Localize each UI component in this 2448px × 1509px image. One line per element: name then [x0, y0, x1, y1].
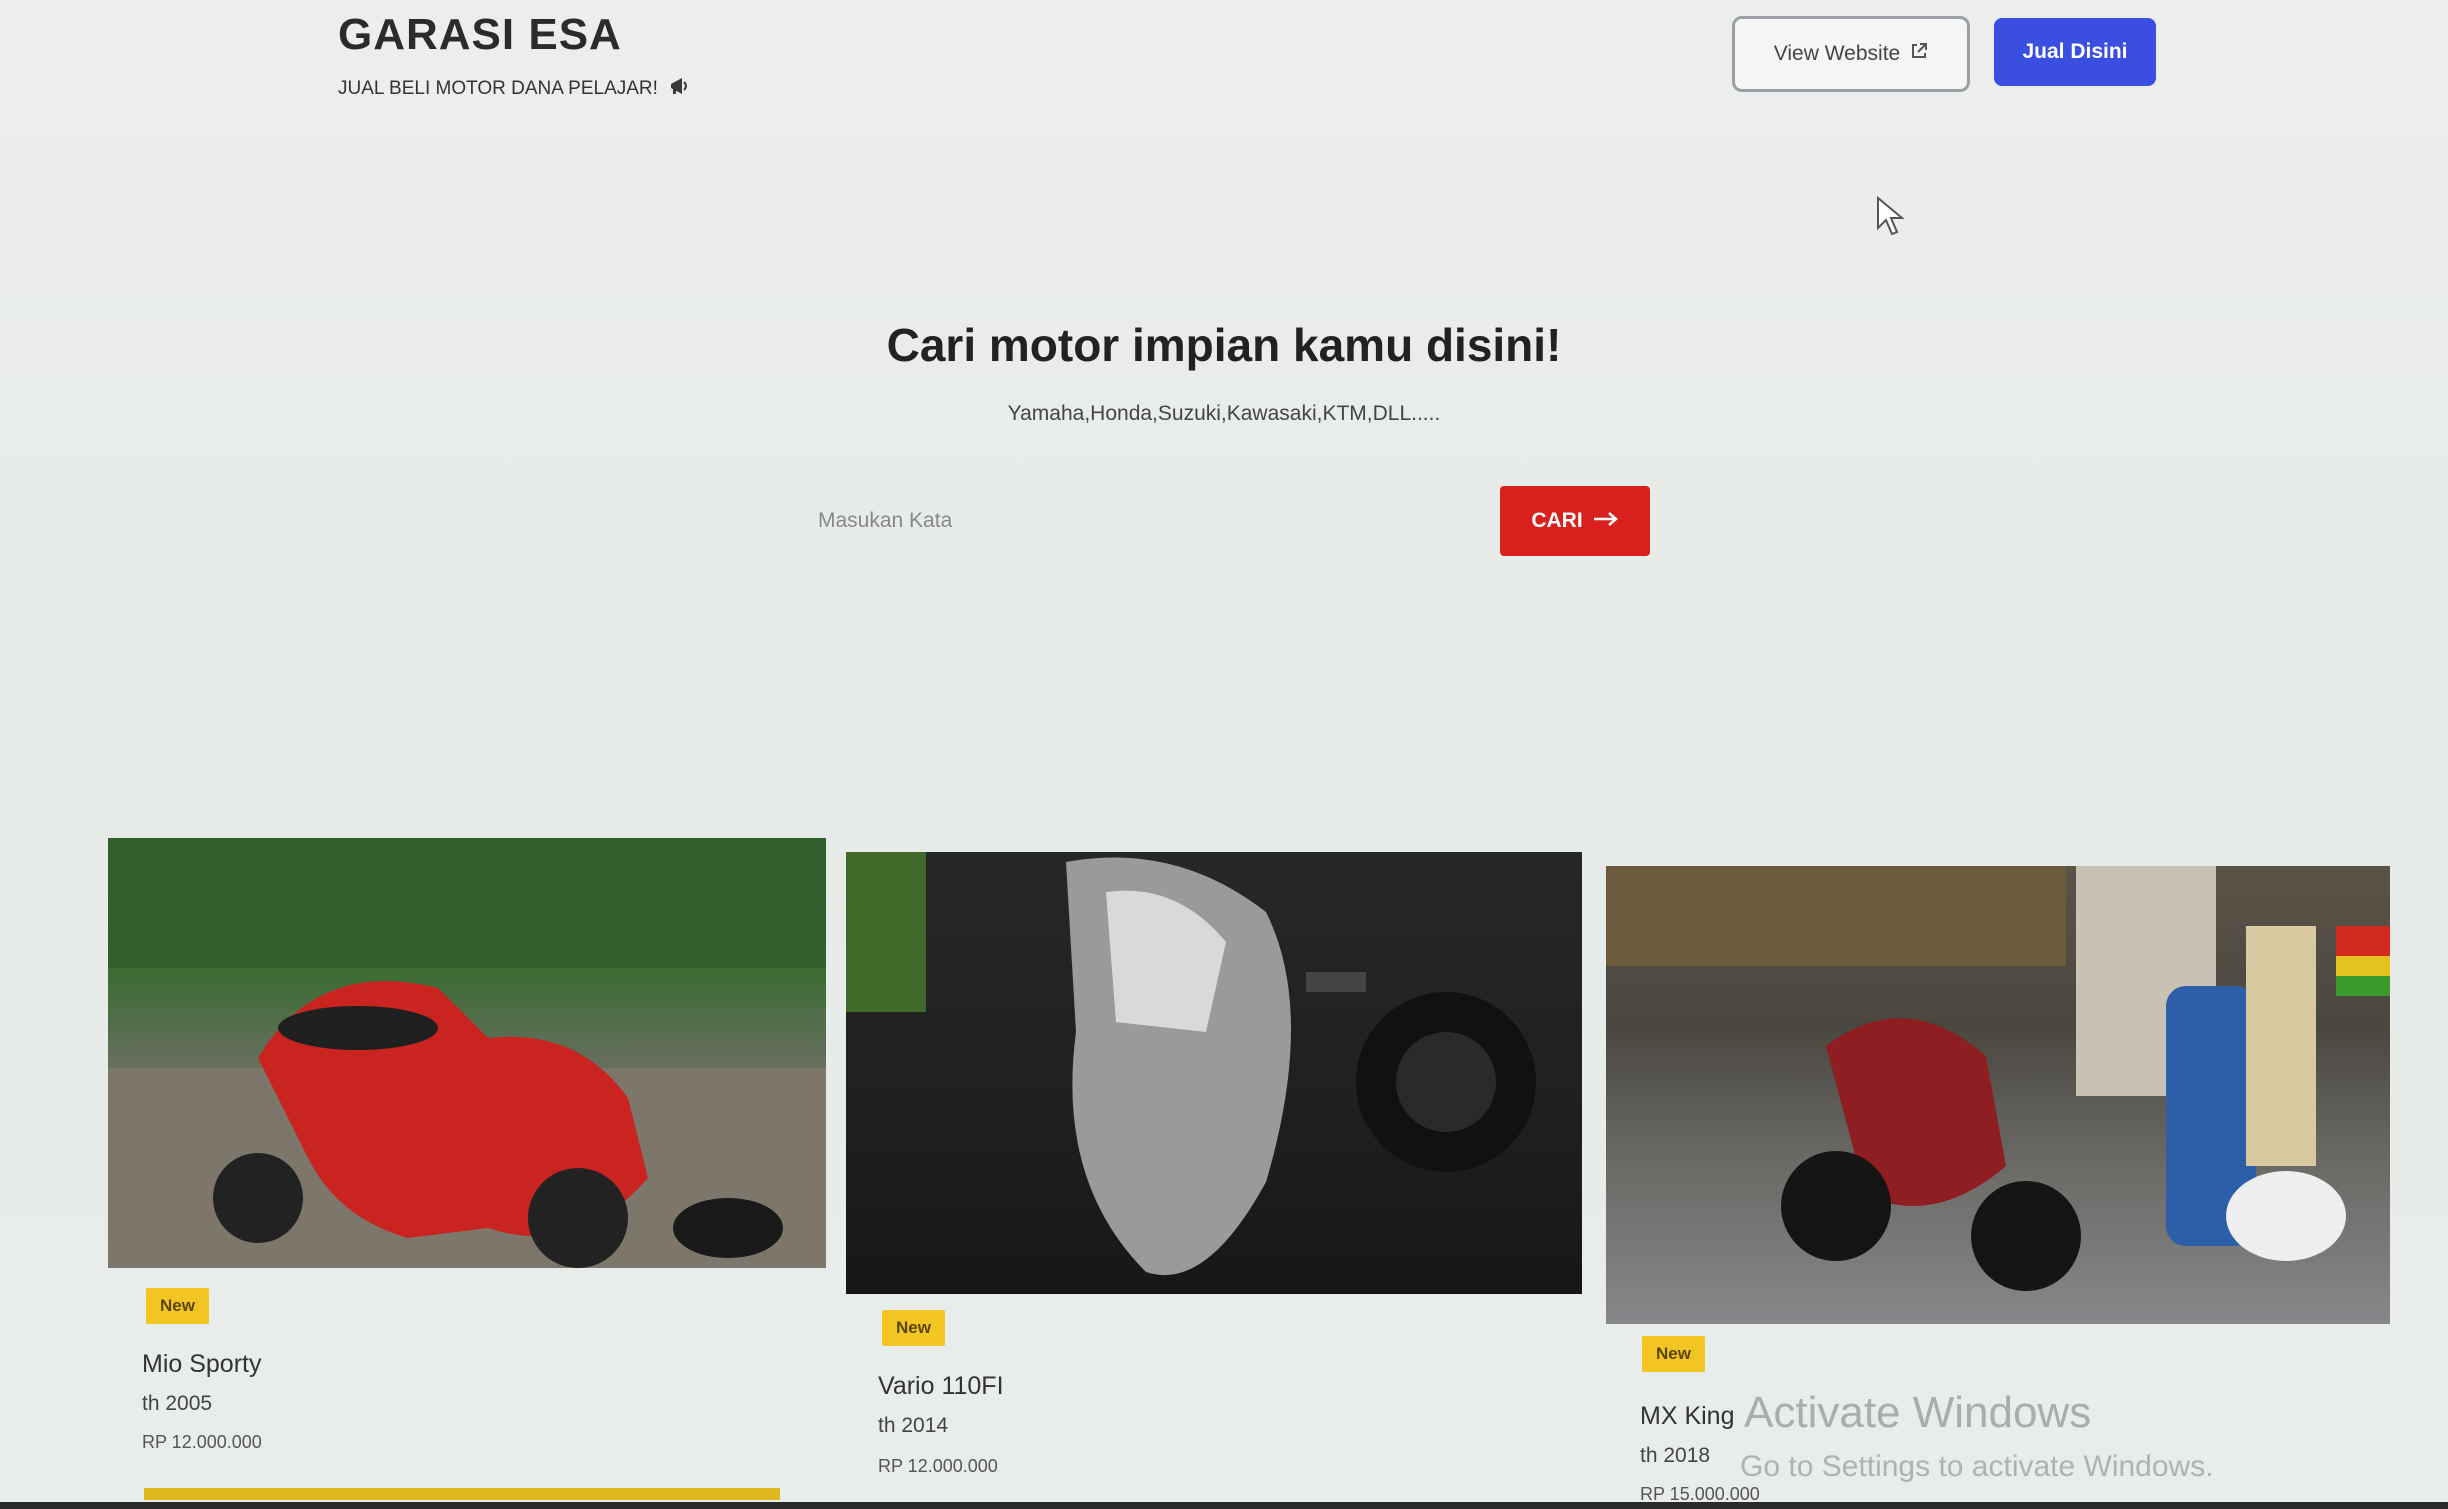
brand-tagline: JUAL BELI MOTOR DANA PELAJAR! [338, 74, 692, 104]
search-form: CARI [812, 486, 1652, 556]
new-badge: New [146, 1288, 209, 1324]
external-link-icon [1910, 42, 1928, 66]
listing-image[interactable] [846, 852, 1582, 1294]
new-badge: New [882, 1310, 945, 1346]
listing-year: th 2014 [878, 1414, 949, 1437]
brand[interactable]: GARASI ESA JUAL BELI MOTOR DANA PELAJAR! [338, 10, 692, 104]
arrow-right-icon [1593, 509, 1619, 533]
activate-windows-title: Activate Windows [1744, 1388, 2092, 1437]
brand-subtitle: JUAL BELI MOTOR DANA PELAJAR! [338, 78, 658, 99]
hero-title: Cari motor impian kamu disini! [886, 319, 1562, 371]
page: GARASI ESA JUAL BELI MOTOR DANA PELAJAR!… [0, 0, 2448, 1509]
activate-windows-hint: Go to Settings to activate Windows. [1740, 1450, 2214, 1483]
view-website-label: View Website [1773, 42, 1901, 65]
listing-price: RP 12.000.000 [878, 1456, 998, 1476]
listing-action-bar[interactable] [144, 1488, 780, 1500]
listing-image[interactable] [1606, 866, 2390, 1324]
listing-image[interactable] [108, 838, 826, 1268]
new-badge: New [1642, 1336, 1705, 1372]
listing-year: th 2005 [142, 1392, 213, 1415]
mouse-cursor-icon [1876, 195, 1906, 246]
search-button-label: CARI [1531, 509, 1583, 532]
view-website-button[interactable]: View Website [1732, 16, 1970, 92]
listing-price: RP 12.000.000 [142, 1432, 262, 1452]
listing-name[interactable]: MX King [1640, 1402, 1734, 1431]
sell-here-button[interactable]: Jual Disini [1994, 18, 2156, 86]
search-button[interactable]: CARI [1500, 486, 1650, 556]
screen-bezel [0, 1502, 2448, 1509]
hero-subtitle: Yamaha,Honda,Suzuki,Kawasaki,KTM,DLL....… [1007, 402, 1441, 425]
brand-title[interactable]: GARASI ESA [338, 10, 692, 60]
listing-name[interactable]: Mio Sporty [142, 1350, 261, 1379]
listing-year: th 2018 [1640, 1444, 1711, 1467]
listing-name[interactable]: Vario 110FI [878, 1372, 1004, 1401]
search-input[interactable] [812, 486, 1492, 556]
megaphone-icon [668, 74, 692, 104]
